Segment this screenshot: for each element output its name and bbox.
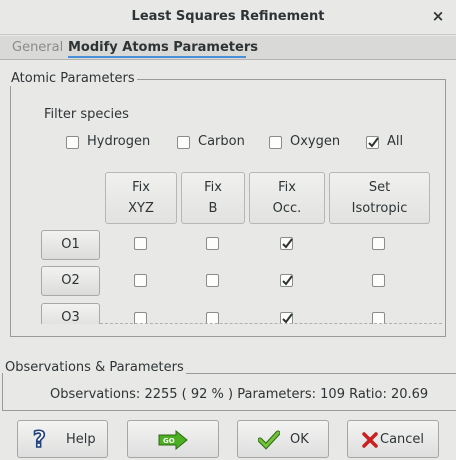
o2-fix-xyz-checkbox[interactable] <box>134 274 147 287</box>
o2-fix-occ-checkbox[interactable] <box>280 274 293 287</box>
atom-row-button-o3[interactable]: O3 <box>41 303 100 324</box>
observations-summary: Observations: 2255 ( 92 % ) Parameters: … <box>50 387 429 402</box>
active-tab-indicator <box>68 56 246 58</box>
ok-check-icon <box>258 430 280 450</box>
o2-fix-b-checkbox[interactable] <box>206 274 219 287</box>
atom-row-button-o1[interactable]: O1 <box>41 230 100 260</box>
o1-fix-occ-checkbox[interactable] <box>280 237 293 250</box>
cancel-button[interactable]: Cancel <box>347 420 439 458</box>
title-bar: Least Squares Refinement × <box>0 0 456 35</box>
filter-all-label: All <box>387 134 404 149</box>
o1-set-isotropic-checkbox[interactable] <box>372 237 385 250</box>
tab-general[interactable]: General <box>12 40 63 55</box>
cancel-button-label: Cancel <box>380 432 425 447</box>
scroll-clip-divider <box>100 323 442 324</box>
ok-button-label: OK <box>290 432 309 447</box>
go-button[interactable]: GO <box>127 420 219 458</box>
o2-set-isotropic-checkbox[interactable] <box>372 274 385 287</box>
help-button[interactable]: ? Help <box>17 420 108 458</box>
help-icon: ? <box>32 428 46 450</box>
checkmark-icon <box>282 238 293 249</box>
filter-carbon-checkbox[interactable] <box>177 136 190 149</box>
atom-rows-scroll-area[interactable]: O1 O2 O3 <box>12 170 444 324</box>
filter-hydrogen-label: Hydrogen <box>87 134 151 149</box>
observations-label: Observations & Parameters <box>3 360 186 375</box>
filter-oxygen-label: Oxygen <box>290 134 341 149</box>
checkmark-icon <box>282 275 293 286</box>
close-icon[interactable]: × <box>430 7 446 25</box>
tab-bar: General Modify Atoms Parameters <box>0 36 456 60</box>
svg-text:?: ? <box>33 428 46 450</box>
filter-hydrogen-checkbox[interactable] <box>66 136 79 149</box>
ok-button[interactable]: OK <box>237 420 329 458</box>
checkmark-icon <box>368 137 379 148</box>
atomic-parameters-label: Atomic Parameters <box>9 71 137 86</box>
o1-fix-xyz-checkbox[interactable] <box>134 237 147 250</box>
atom-row-button-o2[interactable]: O2 <box>41 266 100 296</box>
filter-carbon-label: Carbon <box>198 134 245 149</box>
filter-species-label: Filter species <box>44 107 129 122</box>
go-icon-text: GO <box>163 437 175 445</box>
tab-modify-atoms-parameters[interactable]: Modify Atoms Parameters <box>68 40 258 55</box>
filter-oxygen-checkbox[interactable] <box>269 136 282 149</box>
o1-fix-b-checkbox[interactable] <box>206 237 219 250</box>
window-title: Least Squares Refinement <box>131 9 325 24</box>
go-arrow-icon: GO <box>158 430 188 450</box>
help-button-label: Help <box>66 432 96 447</box>
filter-all-checkbox[interactable] <box>366 136 379 149</box>
cancel-x-icon <box>362 432 378 448</box>
